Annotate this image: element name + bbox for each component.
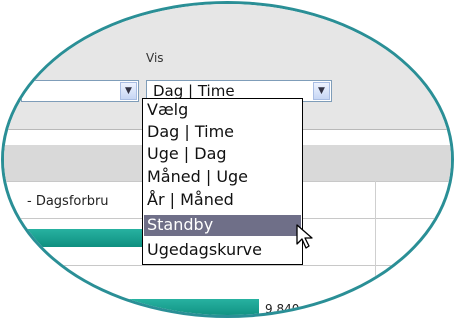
bar-value-label: 9.840 bbox=[265, 302, 300, 316]
option-vaelg[interactable]: Vælg bbox=[144, 100, 301, 121]
option-maaned-uge[interactable]: Måned | Uge bbox=[144, 167, 301, 188]
vis-dropdown-list[interactable]: Vælg Dag | Time Uge | Dag Måned | Uge År… bbox=[142, 98, 303, 265]
option-aar-maaned[interactable]: År | Måned bbox=[144, 190, 301, 211]
chevron-down-icon[interactable]: ▼ bbox=[120, 82, 137, 100]
vis-label: Vis bbox=[146, 51, 164, 65]
option-ugedagskurve[interactable]: Ugedagskurve bbox=[144, 240, 301, 261]
option-standby[interactable]: Standby bbox=[144, 215, 301, 236]
column-header: - Dagsforbru bbox=[27, 194, 109, 209]
chevron-down-icon[interactable]: ▼ bbox=[313, 82, 330, 100]
consumption-bar bbox=[4, 299, 259, 315]
column-divider bbox=[375, 181, 376, 315]
row-divider bbox=[4, 265, 451, 266]
option-uge-dag[interactable]: Uge | Dag bbox=[144, 144, 301, 165]
option-dag-time[interactable]: Dag | Time bbox=[144, 122, 301, 143]
mouse-pointer-icon bbox=[296, 224, 313, 249]
consumption-bar bbox=[4, 229, 143, 247]
period-select[interactable]: ▼ bbox=[21, 80, 139, 102]
